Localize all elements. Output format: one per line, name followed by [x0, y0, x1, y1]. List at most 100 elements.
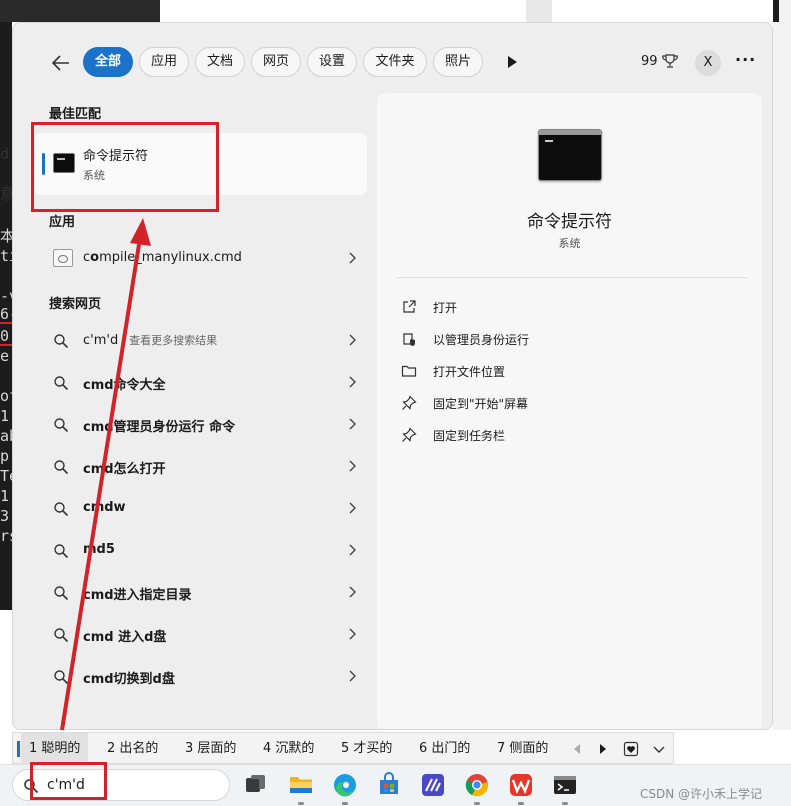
chevron-right-icon — [349, 252, 356, 264]
chip-apps[interactable]: 应用 — [139, 47, 189, 77]
running-indicator — [518, 802, 524, 805]
chevron-right-icon — [349, 376, 356, 388]
play-icon[interactable] — [505, 55, 519, 69]
chevron-down-icon[interactable] — [651, 741, 667, 757]
chip-folders[interactable]: 文件夹 — [363, 47, 427, 77]
command-prompt-large-icon — [538, 129, 602, 181]
prev-page-icon[interactable] — [569, 741, 585, 757]
next-page-icon[interactable] — [595, 741, 611, 757]
store-icon[interactable] — [376, 772, 402, 798]
edge-icon[interactable] — [332, 772, 358, 798]
avatar[interactable]: X — [695, 50, 721, 76]
ime-candidate[interactable]: 1 聪明的 — [21, 733, 89, 765]
wps-icon[interactable] — [508, 772, 534, 798]
web-result-item[interactable]: cmd怎么打开 — [35, 447, 367, 487]
search-icon — [54, 334, 69, 349]
search-icon — [54, 628, 69, 643]
web-result-label: md5 — [83, 542, 115, 557]
chevron-right-icon — [349, 670, 356, 682]
running-indicator — [298, 802, 304, 805]
web-result-label: cmdw — [83, 500, 126, 515]
task-view-icon[interactable] — [242, 772, 268, 798]
ime-candidate[interactable]: 3 层面的 — [185, 733, 236, 765]
background-text: 0 — [0, 327, 10, 345]
background-right-dark — [773, 0, 779, 22]
background-underline — [0, 344, 12, 346]
background-text: e — [0, 347, 10, 365]
background-text: p — [0, 447, 10, 465]
web-result-item[interactable]: cmd进入指定目录 — [35, 573, 367, 613]
chevron-right-icon — [349, 544, 356, 556]
action-label: 打开 — [433, 301, 458, 315]
shield-icon — [403, 333, 415, 346]
search-icon — [54, 544, 69, 559]
action-label: 固定到任务栏 — [433, 429, 506, 443]
web-result-item[interactable]: md5 — [35, 531, 367, 571]
search-icon — [54, 586, 69, 601]
ime-candidate[interactable]: 6 出门的 — [419, 733, 470, 765]
taskbar: c'm'd CSDN @许小禾上学记 — [0, 764, 791, 806]
web-result-item[interactable]: c'm'd - 查看更多搜索结果 — [35, 321, 367, 361]
ime-indicator — [17, 741, 20, 757]
search-icon — [54, 376, 69, 391]
chip-photos[interactable]: 照片 — [433, 47, 483, 77]
annotation-box-best-match — [31, 122, 219, 212]
web-search-heading: 搜索网页 — [49, 297, 102, 312]
background-text: d — [0, 145, 10, 163]
detail-subtitle: 系统 — [558, 237, 581, 250]
rewards-points[interactable]: 99 — [641, 53, 678, 69]
app-result-item[interactable]: compile_manylinux.cmd — [35, 239, 367, 279]
chip-web[interactable]: 网页 — [251, 47, 301, 77]
background-right — [773, 0, 791, 730]
background-top-gap — [526, 0, 552, 22]
detail-pane: 命令提示符 系统 打开 以管理员身份运行 打开文件位置 固定到"开始"屏幕 固定… — [377, 93, 762, 729]
terminal-icon[interactable] — [552, 772, 578, 798]
ime-candidate[interactable]: 7 侧面的 — [497, 733, 548, 765]
action-label: 打开文件位置 — [433, 365, 506, 379]
web-result-label: cmd进入指定目录 — [83, 588, 192, 603]
web-result-label: c'm'd - 查看更多搜索结果 — [83, 333, 218, 348]
background-window-top — [0, 0, 160, 22]
points-value: 99 — [641, 53, 658, 69]
web-result-item[interactable]: cmd 进入d盘 — [35, 615, 367, 655]
back-button[interactable] — [49, 51, 73, 75]
ime-candidate[interactable]: 5 才买的 — [341, 733, 392, 765]
chip-settings[interactable]: 设置 — [307, 47, 357, 77]
emoji-icon[interactable] — [623, 741, 639, 757]
search-icon — [54, 670, 69, 685]
chevron-right-icon — [349, 460, 356, 472]
web-result-label: cmd怎么打开 — [83, 462, 166, 477]
more-options-button[interactable]: ··· — [735, 50, 756, 69]
chip-documents[interactable]: 文档 — [195, 47, 245, 77]
filter-bar: 全部 应用 文档 网页 设置 文件夹 照片 99 X ··· — [13, 23, 772, 97]
web-result-item[interactable]: cmd命令大全 — [35, 363, 367, 403]
background-text: 1 — [0, 407, 10, 425]
divider — [397, 277, 747, 278]
chevron-right-icon — [349, 586, 356, 598]
running-indicator — [474, 802, 480, 805]
chrome-icon[interactable] — [464, 772, 490, 798]
web-result-label: cmd 进入d盘 — [83, 630, 167, 645]
pin-icon — [402, 427, 417, 442]
editor-icon[interactable] — [420, 772, 446, 798]
chip-all[interactable]: 全部 — [83, 47, 133, 77]
pin-icon — [402, 395, 417, 410]
search-icon — [54, 418, 69, 433]
ime-candidate[interactable]: 4 沉默的 — [263, 733, 314, 765]
app-result-label: compile_manylinux.cmd — [83, 250, 242, 265]
web-result-label: cmd管理员身份运行 命令 — [83, 420, 236, 435]
chevron-right-icon — [349, 418, 356, 430]
search-icon — [54, 460, 69, 475]
chevron-right-icon — [349, 628, 356, 640]
ime-candidate-bar: 1 聪明的 2 出名的 3 层面的 4 沉默的 5 才买的 6 出门的 7 侧面… — [12, 732, 674, 765]
web-result-item[interactable]: cmd切换到d盘 — [35, 657, 367, 697]
action-label: 固定到"开始"屏幕 — [433, 397, 529, 411]
chevron-right-icon — [349, 502, 356, 514]
file-explorer-icon[interactable] — [288, 772, 314, 798]
annotation-box-search — [30, 762, 107, 800]
web-result-item[interactable]: cmd管理员身份运行 命令 — [35, 405, 367, 445]
web-result-item[interactable]: cmdw — [35, 489, 367, 529]
ime-candidate[interactable]: 2 出名的 — [107, 733, 158, 765]
apps-heading: 应用 — [49, 215, 76, 230]
running-indicator — [562, 802, 568, 805]
